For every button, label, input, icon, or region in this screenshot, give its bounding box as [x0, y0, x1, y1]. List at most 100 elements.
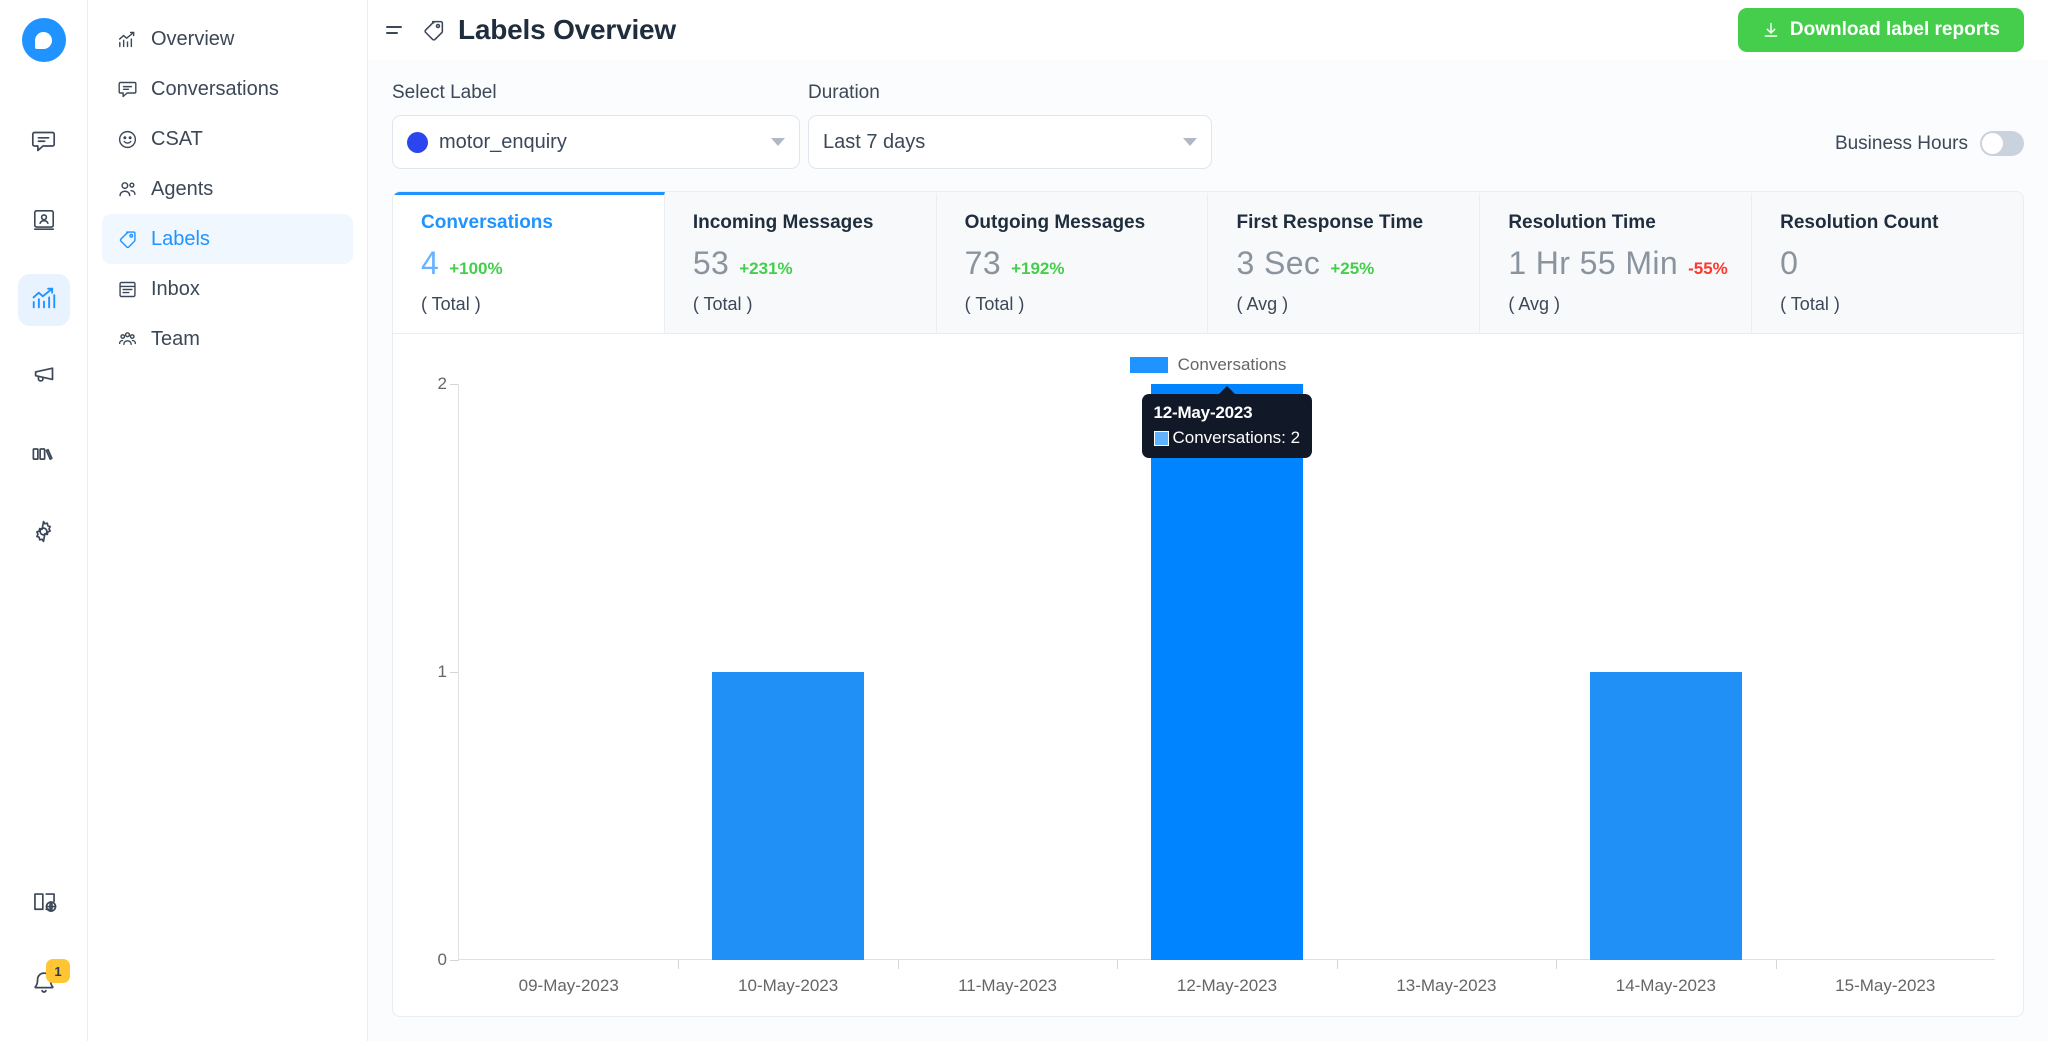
sidebar-item-label: Labels [151, 227, 210, 250]
app-root: 1 Overview Conversations CSAT Agents Lab… [0, 0, 2048, 1041]
metric-name: Incoming Messages [692, 212, 874, 233]
duration-block: Duration Last 7 days [808, 82, 1212, 169]
metric-tab-outgoing-messages[interactable]: Outgoing Messages 73 +192% ( Total ) [936, 192, 1209, 333]
chart-bar-cell[interactable] [1556, 384, 1775, 969]
books-icon [30, 440, 57, 472]
page-content: Select Label motor_enquiry Duration Last… [368, 60, 2048, 1041]
tag-icon [116, 228, 138, 250]
tooltip-arrow [1217, 386, 1236, 395]
business-hours-toggle[interactable] [1980, 131, 2024, 156]
rail-item-contacts[interactable] [18, 196, 70, 248]
metric-value: 53 [692, 245, 730, 281]
x-axis-tick [897, 960, 899, 969]
x-axis-tick-label: 11-May-2023 [958, 976, 1057, 995]
notification-badge: 1 [46, 959, 70, 983]
analytics-chart-icon [30, 284, 58, 317]
rail-item-settings[interactable] [18, 508, 70, 560]
x-axis-tick-label: 12-May-2023 [1176, 976, 1278, 995]
sidebar-item-inbox[interactable]: Inbox [102, 264, 353, 314]
y-axis-tick-label: 1 [437, 662, 447, 681]
metric-tab-conversations[interactable]: Conversations 4 +100% ( Total ) [393, 192, 665, 333]
sidebar-item-agents[interactable]: Agents [102, 164, 353, 214]
x-axis-tick [1117, 960, 1119, 969]
conversations-bar-chart: Conversations 0 1 2 09-May-2023 10-May-2023… [393, 334, 2023, 1016]
main-panel: Labels Overview Download label reports S… [368, 0, 2048, 1041]
metric-delta: +25% [1330, 259, 1375, 278]
metric-tab-first-response-time[interactable]: First Response Time 3 Sec +25% ( Avg ) [1208, 192, 1481, 333]
chart-bar[interactable] [1590, 672, 1742, 960]
metric-value: 4 [421, 245, 440, 281]
tooltip-series-row: Conversations: 2 [1153, 428, 1301, 448]
metric-tab-incoming-messages[interactable]: Incoming Messages 53 +231% ( Total ) [664, 192, 937, 333]
y-axis-tick [450, 960, 459, 961]
app-logo[interactable] [21, 18, 66, 62]
sidebar-item-label: CSAT [151, 127, 203, 150]
metric-tab-resolution-time[interactable]: Resolution Time 1 Hr 55 Min -55% ( Avg ) [1480, 192, 1753, 333]
rail-item-docs[interactable] [18, 879, 70, 931]
reports-sidebar: Overview Conversations CSAT Agents Label… [88, 0, 368, 1041]
inbox-icon [116, 278, 138, 300]
hamburger-icon[interactable] [386, 19, 408, 41]
chart-bar-cell[interactable] [1775, 384, 1995, 969]
tooltip-title: 12-May-2023 [1153, 403, 1253, 422]
metric-tab-resolution-count[interactable]: Resolution Count 0 ( Total ) [1752, 192, 2023, 333]
x-axis-tick-label: 14-May-2023 [1615, 976, 1716, 995]
chart-bar[interactable] [712, 672, 864, 960]
legend-label: Conversations [1177, 355, 1287, 374]
primary-icon-rail: 1 [0, 0, 88, 1041]
tooltip-series-label: Conversations: 2 [1172, 428, 1301, 447]
y-axis-tick-label: 2 [437, 374, 447, 393]
smiley-icon [116, 128, 138, 150]
sidebar-item-label: Conversations [151, 77, 279, 100]
metric-value: 1 Hr 55 Min [1508, 245, 1679, 281]
filter-bar: Select Label motor_enquiry Duration Last… [392, 82, 2024, 169]
chart-bar-cell[interactable] [1117, 384, 1336, 969]
sidebar-item-conversations[interactable]: Conversations [102, 64, 353, 114]
book-globe-icon [31, 889, 58, 921]
duration-caption: Duration [808, 82, 880, 103]
metric-delta: -55% [1688, 259, 1728, 278]
sidebar-item-label: Agents [151, 177, 214, 200]
chat-bubble-icon [30, 128, 57, 160]
legend-swatch [1129, 357, 1168, 373]
metric-value: 3 Sec [1236, 245, 1321, 281]
metric-subtitle: ( Total ) [421, 294, 481, 314]
app-logo-glyph [35, 31, 52, 49]
metric-value: 73 [964, 245, 1002, 281]
x-axis-tick-label: 10-May-2023 [738, 976, 839, 995]
rail-item-help-center[interactable] [18, 430, 70, 482]
duration-select[interactable]: Last 7 days [808, 115, 1212, 169]
megaphone-icon [30, 362, 57, 394]
chart-bar-cell[interactable] [459, 384, 678, 960]
chart-bar-cell[interactable] [1336, 384, 1556, 969]
sidebar-item-labels[interactable]: Labels [102, 214, 353, 264]
chevron-down-icon [771, 138, 785, 146]
chart-bar-cell[interactable] [897, 384, 1117, 969]
sidebar-item-team[interactable]: Team [102, 314, 353, 364]
sidebar-item-overview[interactable]: Overview [102, 14, 353, 64]
metric-value-row: 3 Sec +25% [1236, 245, 1479, 282]
report-card: Conversations 4 +100% ( Total ) Incoming… [392, 191, 2024, 1017]
sidebar-item-label: Overview [151, 27, 235, 50]
x-axis-tick [1336, 960, 1338, 969]
rail-item-reports[interactable] [17, 274, 70, 326]
rail-item-notifications[interactable]: 1 [18, 959, 70, 1011]
team-icon [116, 328, 138, 350]
label-color-dot [407, 131, 428, 153]
select-label-block: Select Label motor_enquiry [392, 82, 800, 169]
chart-bar[interactable] [1151, 384, 1303, 960]
rail-item-list [17, 118, 70, 560]
chart-bar-cell[interactable] [678, 384, 897, 969]
x-axis-tick-label: 09-May-2023 [518, 976, 619, 995]
rail-item-campaigns[interactable] [18, 352, 70, 404]
metric-value-row: 73 +192% [965, 245, 1208, 282]
metric-delta: +192% [1011, 259, 1065, 278]
chevron-down-icon [1183, 138, 1197, 146]
sidebar-item-csat[interactable]: CSAT [102, 114, 353, 164]
rail-item-conversations[interactable] [18, 118, 70, 170]
label-select[interactable]: motor_enquiry [392, 115, 800, 169]
download-button-label: Download label reports [1789, 19, 2000, 40]
x-axis-tick-label: 13-May-2023 [1396, 976, 1497, 995]
download-label-reports-button[interactable]: Download label reports [1737, 8, 2024, 52]
y-axis: 0 1 2 [421, 374, 459, 969]
